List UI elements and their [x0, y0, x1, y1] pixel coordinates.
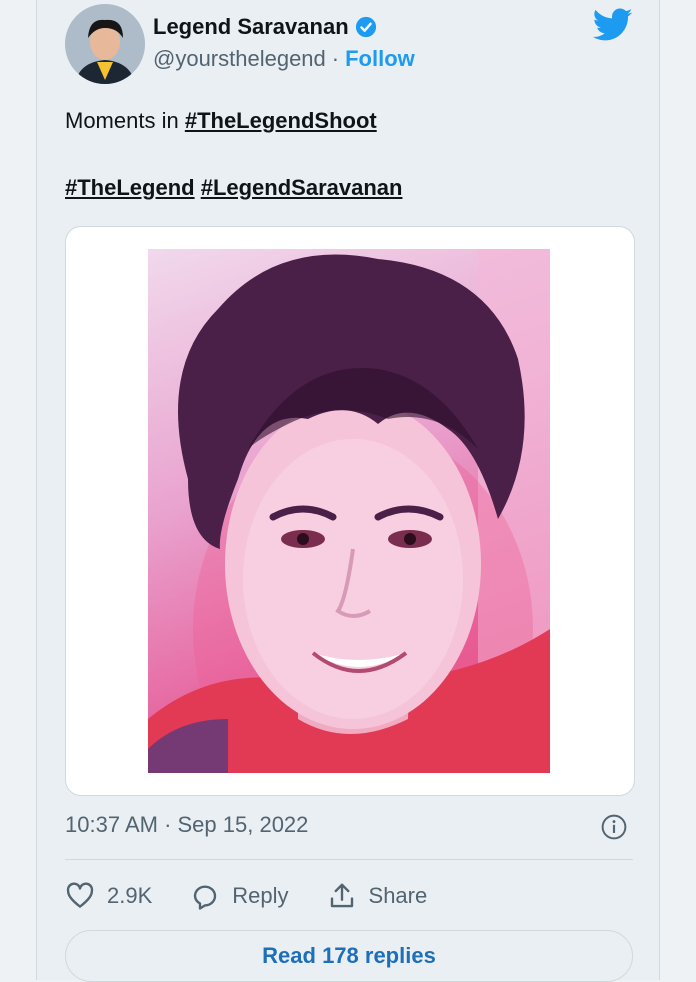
heart-icon	[66, 882, 94, 908]
reply-label: Reply	[232, 883, 289, 908]
author-name[interactable]: Legend Saravanan	[153, 14, 349, 40]
share-upload-icon	[330, 883, 353, 908]
hashtag-link[interactable]: #LegendSaravanan	[201, 175, 403, 200]
tweet-media[interactable]	[65, 226, 635, 796]
tweet-photo[interactable]	[148, 249, 550, 773]
action-bar: 2.9K Reply Share	[65, 876, 465, 916]
avatar[interactable]	[65, 4, 145, 84]
read-replies-button[interactable]: Read 178 replies	[65, 930, 633, 982]
tweet-timestamp[interactable]: 10:37 AM · Sep 15, 2022	[65, 812, 308, 838]
share-label: Share	[368, 883, 428, 908]
separator-dot: ·	[331, 46, 340, 71]
tweet-text-line1: Moments in #TheLegendShoot	[65, 108, 377, 134]
portrait-illustration	[148, 249, 550, 773]
author-handle[interactable]: @yoursthelegend	[153, 46, 326, 72]
hashtag-link[interactable]: #TheLegendShoot	[185, 108, 377, 133]
hashtag-link[interactable]: #TheLegend	[65, 175, 195, 200]
tweet-card: Legend Saravanan @yoursthelegend · Follo…	[36, 0, 660, 982]
twitter-bird-icon[interactable]	[593, 8, 633, 42]
follow-button[interactable]: Follow	[345, 46, 415, 72]
avatar-image	[65, 4, 145, 84]
divider	[65, 859, 633, 860]
author-row: Legend Saravanan	[153, 12, 377, 42]
speech-bubble-icon	[194, 885, 217, 910]
tweet-text-prefix: Moments in	[65, 108, 185, 133]
info-icon[interactable]	[601, 814, 627, 840]
handle-row: @yoursthelegend · Follow	[153, 46, 415, 72]
share-button[interactable]: Share	[327, 881, 428, 911]
tweet-text-line2: #TheLegend #LegendSaravanan	[65, 175, 402, 201]
reply-button[interactable]: Reply	[190, 881, 289, 911]
like-count: 2.9K	[107, 883, 153, 908]
verified-badge-icon	[355, 16, 376, 38]
like-button[interactable]: 2.9K	[65, 881, 152, 911]
